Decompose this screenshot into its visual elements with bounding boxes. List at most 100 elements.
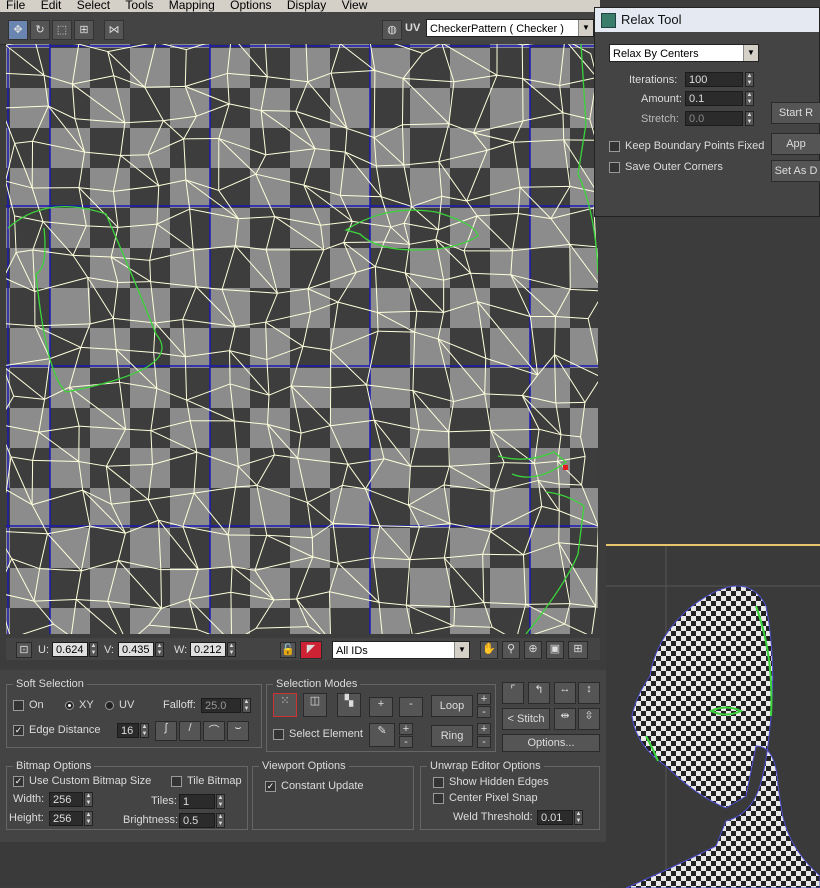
- w-coordinate-field[interactable]: 0.212: [190, 642, 226, 657]
- falloff-slow-out-icon[interactable]: ⌒: [203, 721, 225, 741]
- ring-button[interactable]: Ring: [431, 725, 473, 747]
- u-spinner[interactable]: ▲▼: [89, 642, 98, 657]
- zoom-extents-icon[interactable]: ▣: [546, 641, 564, 659]
- tile-bitmap-checkbox[interactable]: [171, 776, 182, 787]
- freeform-icon[interactable]: ⊞: [74, 20, 94, 40]
- edge-distance-spinner[interactable]: ▲▼: [140, 723, 149, 738]
- relax-method-combo[interactable]: Relax By Centers ▼: [609, 44, 759, 62]
- falloff-spinner[interactable]: ▲▼: [242, 698, 251, 713]
- brightness-spinner[interactable]: ▲▼: [216, 813, 225, 828]
- falloff-fast-out-icon[interactable]: ⌣: [227, 721, 249, 741]
- constant-update-checkbox[interactable]: ✓: [265, 781, 276, 792]
- xy-radio[interactable]: [65, 701, 74, 710]
- zoom-region-icon[interactable]: ⊕: [524, 641, 542, 659]
- pan-hand-icon[interactable]: ✋: [480, 641, 498, 659]
- height-field[interactable]: 256: [49, 811, 83, 826]
- iterations-spinner[interactable]: ▲▼: [745, 72, 754, 87]
- space-vertical-icon[interactable]: ⇳: [578, 708, 600, 730]
- w-spinner[interactable]: ▲▼: [227, 642, 236, 657]
- align-horizontal-icon[interactable]: ↔: [554, 682, 576, 704]
- custom-bitmap-size-checkbox[interactable]: ✓: [13, 776, 24, 787]
- menu-view[interactable]: View: [336, 0, 374, 11]
- ids-combo[interactable]: All IDs ▼: [332, 641, 470, 659]
- align-vertical-icon[interactable]: ↕: [578, 682, 600, 704]
- select-element-checkbox[interactable]: [273, 729, 284, 740]
- menu-options[interactable]: Options: [224, 0, 277, 11]
- tiles-field[interactable]: 1: [179, 794, 215, 809]
- texture-icon[interactable]: ◍: [382, 20, 402, 40]
- falloff-smooth-icon[interactable]: ∫: [155, 721, 177, 741]
- texture-combo[interactable]: CheckerPattern ( Checker ) ▼: [426, 19, 594, 37]
- mirror-icon[interactable]: ⋈: [104, 20, 124, 40]
- brightness-field[interactable]: 0.5: [179, 813, 215, 828]
- padlock-icon[interactable]: 🔓: [280, 642, 296, 658]
- grow-selection-button[interactable]: +: [369, 697, 393, 717]
- iterations-field[interactable]: 100: [685, 72, 743, 87]
- soft-on-checkbox[interactable]: [13, 700, 24, 711]
- edge-distance-checkbox[interactable]: ✓: [13, 725, 24, 736]
- zoom-icon[interactable]: ⚲: [502, 641, 520, 659]
- stitch-button[interactable]: < Stitch >: [502, 708, 550, 730]
- menu-mapping[interactable]: Mapping: [163, 0, 221, 11]
- paint-select-icon[interactable]: ✎: [369, 723, 395, 747]
- options-button[interactable]: Options...: [502, 734, 600, 752]
- weld-threshold-spinner[interactable]: ▲▼: [574, 810, 583, 825]
- paint-grow-button[interactable]: +: [399, 723, 413, 735]
- tiles-spinner[interactable]: ▲▼: [216, 794, 225, 809]
- falloff-linear-icon[interactable]: /: [179, 721, 201, 741]
- save-outer-corners-checkbox[interactable]: [609, 162, 620, 173]
- shrink-selection-button[interactable]: -: [399, 697, 423, 717]
- uv-editor-viewport[interactable]: [6, 44, 598, 634]
- show-hidden-edges-checkbox[interactable]: [433, 777, 444, 788]
- lock-icon[interactable]: ⊡: [16, 642, 32, 658]
- paint-shrink-button[interactable]: -: [399, 736, 413, 748]
- move-icon[interactable]: ✥: [8, 20, 28, 40]
- snap-icon[interactable]: ⊞: [568, 641, 588, 659]
- amount-spinner[interactable]: ▲▼: [745, 91, 754, 106]
- rotate-icon[interactable]: ↻: [30, 20, 50, 40]
- amount-field[interactable]: 0.1: [685, 91, 743, 106]
- scale-icon[interactable]: ⬚: [52, 20, 72, 40]
- loop-button[interactable]: Loop: [431, 695, 473, 717]
- ring-shrink-button[interactable]: -: [477, 736, 491, 748]
- vertex-mode-icon[interactable]: ⁙: [273, 693, 297, 717]
- stretch-spinner[interactable]: ▲▼: [745, 111, 754, 126]
- v-label: V:: [104, 644, 114, 656]
- selected-vertex[interactable]: [563, 465, 568, 470]
- straighten-icon[interactable]: ⌜: [502, 682, 524, 704]
- ring-grow-button[interactable]: +: [477, 723, 491, 735]
- v-coordinate-field[interactable]: 0.435: [118, 642, 154, 657]
- menu-edit[interactable]: Edit: [35, 0, 68, 11]
- checker-tile: [210, 288, 250, 328]
- menu-select[interactable]: Select: [71, 0, 116, 11]
- edge-distance-field[interactable]: 16: [117, 723, 139, 738]
- checker-tile: [450, 368, 490, 408]
- set-as-default-button[interactable]: Set As D: [771, 160, 820, 182]
- height-spinner[interactable]: ▲▼: [84, 811, 93, 826]
- falloff-field[interactable]: 25.0: [201, 698, 241, 713]
- space-horizontal-icon[interactable]: ⇹: [554, 708, 576, 730]
- perspective-viewport[interactable]: [606, 544, 820, 888]
- center-pixel-snap-checkbox[interactable]: [433, 793, 444, 804]
- uv-canvas[interactable]: [6, 44, 598, 634]
- face-mode-icon[interactable]: ▚: [337, 693, 361, 717]
- width-field[interactable]: 256: [49, 792, 83, 807]
- uv-radio[interactable]: [105, 701, 114, 710]
- relax-tool-titlebar[interactable]: Relax Tool: [595, 8, 819, 32]
- menu-tools[interactable]: Tools: [119, 0, 159, 11]
- start-relax-button[interactable]: Start R: [771, 102, 820, 124]
- apply-button[interactable]: App: [771, 133, 820, 155]
- filter-icon[interactable]: ◤: [300, 641, 322, 659]
- v-spinner[interactable]: ▲▼: [155, 642, 164, 657]
- relax-icon[interactable]: ↰: [528, 682, 550, 704]
- menu-display[interactable]: Display: [281, 0, 332, 11]
- menu-file[interactable]: File: [0, 0, 31, 11]
- loop-grow-button[interactable]: +: [477, 693, 491, 705]
- edge-mode-icon[interactable]: ◫: [303, 693, 327, 717]
- u-coordinate-field[interactable]: 0.624: [52, 642, 88, 657]
- width-spinner[interactable]: ▲▼: [84, 792, 93, 807]
- loop-shrink-button[interactable]: -: [477, 706, 491, 718]
- weld-threshold-field[interactable]: 0.01: [537, 810, 573, 825]
- keep-boundary-checkbox[interactable]: [609, 141, 620, 152]
- stretch-field[interactable]: 0.0: [685, 111, 743, 126]
